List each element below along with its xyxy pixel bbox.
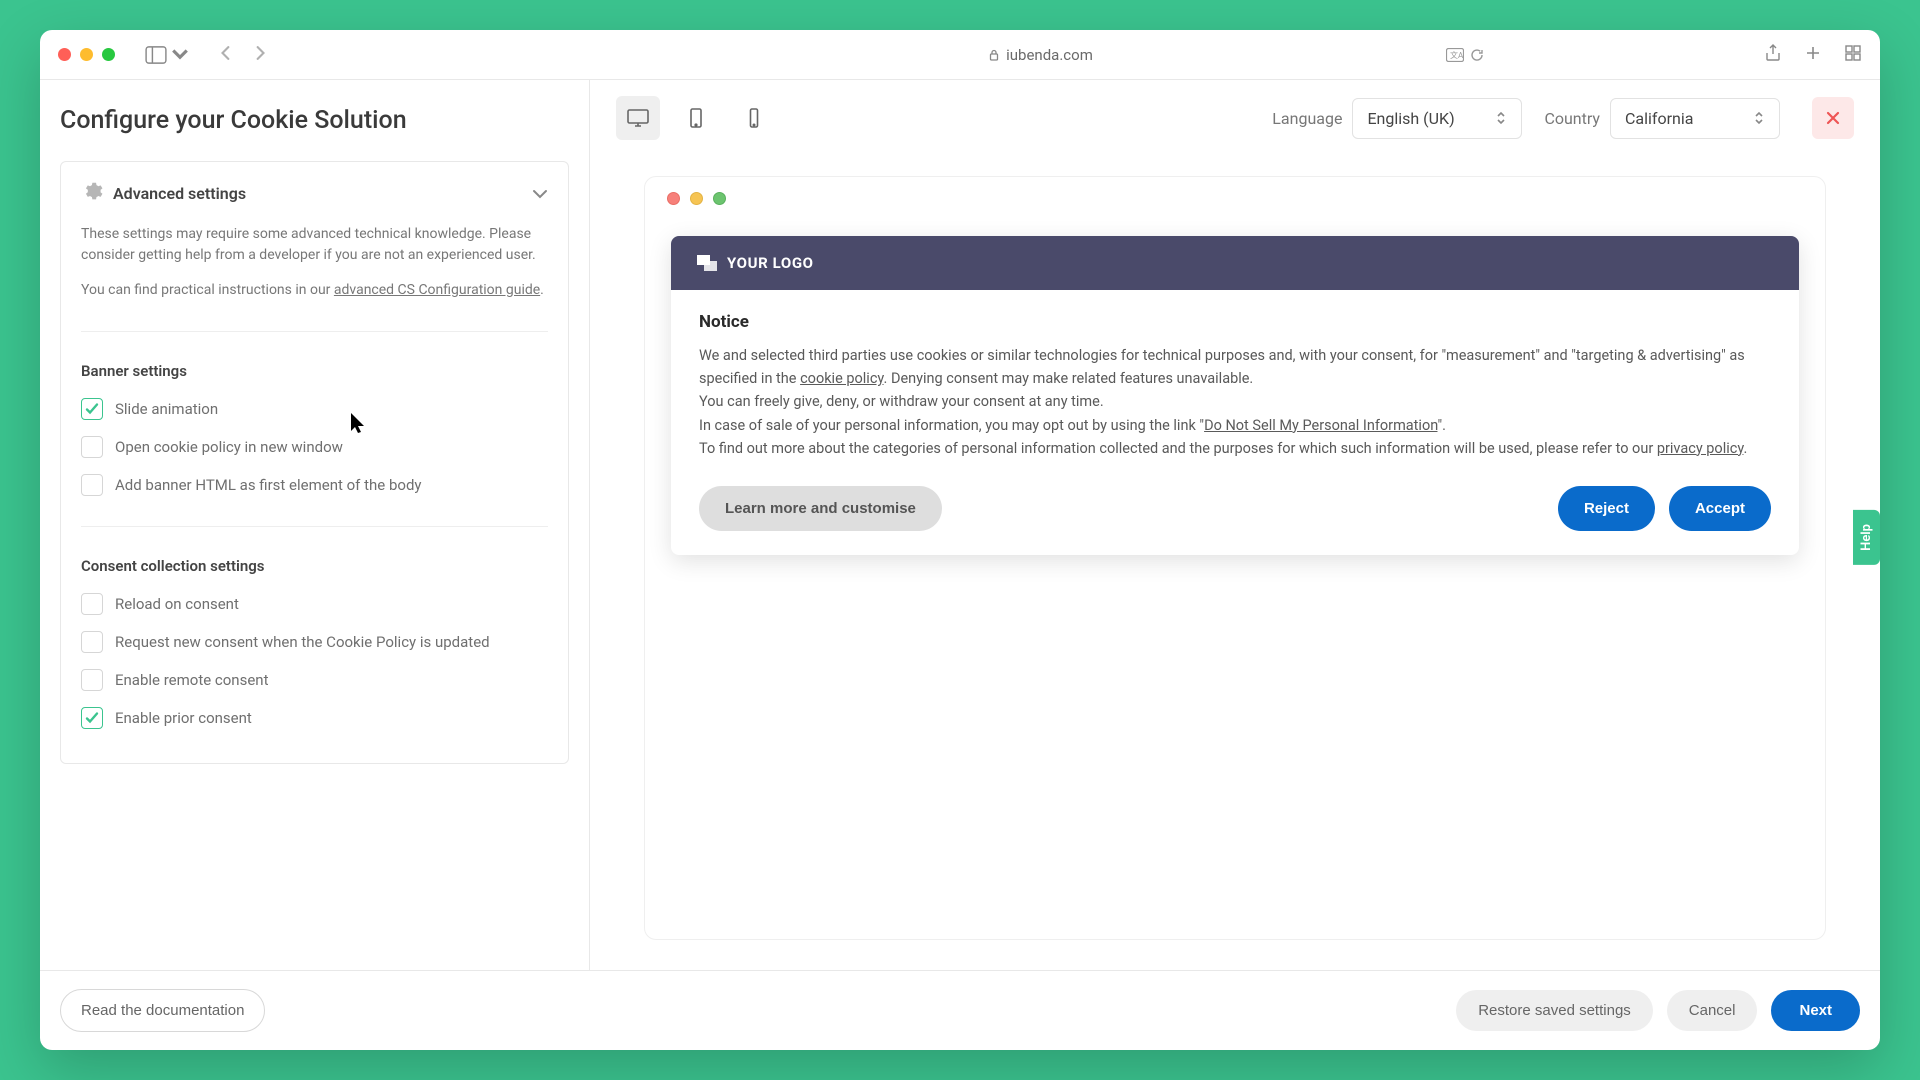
lock-icon: [988, 49, 1000, 61]
checkbox-icon: [81, 669, 103, 691]
advanced-link-row: You can find practical instructions in o…: [81, 280, 548, 301]
checkbox-icon: [81, 593, 103, 615]
checkbox-icon: [81, 398, 103, 420]
advanced-settings-toggle[interactable]: Advanced settings: [81, 180, 548, 206]
restore-button[interactable]: Restore saved settings: [1456, 990, 1653, 1031]
checkbox-icon: [81, 436, 103, 458]
settings-pane: Configure your Cookie Solution Advanced …: [40, 80, 590, 970]
notice-brandbar: YOUR LOGO: [671, 236, 1799, 290]
country-selector-wrap: Country California: [1544, 98, 1780, 139]
language-select[interactable]: English (UK): [1352, 98, 1522, 139]
banner-settings-heading: Banner settings: [81, 362, 548, 380]
do-not-sell-link[interactable]: Do Not Sell My Personal Information: [1204, 417, 1437, 434]
checkbox-icon: [81, 631, 103, 653]
notice-content: Notice We and selected third parties use…: [671, 290, 1799, 555]
svg-text:文A: 文A: [1450, 50, 1464, 60]
app-body: Configure your Cookie Solution Advanced …: [40, 80, 1880, 970]
checkbox-icon: [81, 707, 103, 729]
chevron-down-icon: [532, 184, 548, 203]
nav-arrows: [219, 45, 267, 64]
close-icon: [1825, 110, 1841, 126]
forward-button[interactable]: [253, 45, 267, 64]
footer: Read the documentation Restore saved set…: [40, 970, 1880, 1050]
reject-button[interactable]: Reject: [1558, 486, 1655, 531]
mock-window-header: [645, 177, 1825, 220]
share-icon[interactable]: [1764, 44, 1782, 66]
consent-settings-heading: Consent collection settings: [81, 557, 548, 575]
tabs-icon[interactable]: [1844, 44, 1862, 66]
mock-window: YOUR LOGO Notice We and selected third p…: [644, 176, 1826, 940]
page-title: Configure your Cookie Solution: [60, 106, 569, 135]
new-tab-icon[interactable]: [1804, 44, 1822, 66]
close-window-icon[interactable]: [58, 48, 71, 61]
brand-text: YOUR LOGO: [727, 254, 814, 272]
notice-title: Notice: [699, 312, 1771, 332]
learn-more-button[interactable]: Learn more and customise: [699, 486, 942, 531]
window-controls: [58, 48, 115, 61]
preview-header: Language English (UK) Country California: [590, 80, 1880, 156]
select-caret-icon: [1495, 111, 1507, 125]
mock-dot-red: [667, 192, 680, 205]
accordion-label: Advanced settings: [113, 184, 522, 203]
back-button[interactable]: [219, 45, 233, 64]
browser-titlebar: iubenda.com 文A: [40, 30, 1880, 80]
zoom-window-icon[interactable]: [102, 48, 115, 61]
cookie-notice: YOUR LOGO Notice We and selected third p…: [671, 236, 1799, 555]
app-window: iubenda.com 文A Configure your Cookie Sol…: [40, 30, 1880, 1050]
url-host: iubenda.com: [1006, 46, 1093, 64]
device-toggle: [616, 96, 776, 140]
cursor-icon: [350, 412, 366, 434]
cb-open-new-window[interactable]: Open cookie policy in new window: [81, 436, 548, 458]
help-tab[interactable]: Help: [1853, 510, 1880, 565]
device-desktop[interactable]: [616, 96, 660, 140]
urlbar-actions: 文A: [1446, 48, 1484, 62]
preview-area: YOUR LOGO Notice We and selected third p…: [590, 156, 1880, 970]
close-preview-button[interactable]: [1812, 97, 1854, 139]
separator: [81, 526, 548, 527]
refresh-icon[interactable]: [1470, 48, 1484, 62]
cookie-policy-link[interactable]: cookie policy: [800, 370, 883, 387]
sidebar-toggle[interactable]: [145, 46, 191, 64]
toolbar-actions: [1764, 44, 1862, 66]
separator: [81, 331, 548, 332]
advanced-note: These settings may require some advanced…: [81, 224, 548, 266]
docs-button[interactable]: Read the documentation: [60, 989, 265, 1032]
mock-dot-green: [713, 192, 726, 205]
notice-body: We and selected third parties use cookie…: [699, 344, 1771, 460]
cb-slide-animation[interactable]: Slide animation: [81, 398, 548, 420]
notice-actions: Learn more and customise Reject Accept: [699, 486, 1771, 531]
next-button[interactable]: Next: [1771, 990, 1860, 1031]
checkbox-icon: [81, 474, 103, 496]
country-select[interactable]: California: [1610, 98, 1780, 139]
language-selector-wrap: Language English (UK): [1272, 98, 1522, 139]
device-mobile[interactable]: [732, 96, 776, 140]
gear-icon: [81, 180, 103, 206]
settings-header: Configure your Cookie Solution: [40, 80, 589, 161]
cb-enable-prior-consent[interactable]: Enable prior consent: [81, 707, 548, 729]
reader-icon[interactable]: 文A: [1446, 48, 1464, 62]
language-label: Language: [1272, 109, 1342, 128]
select-caret-icon: [1753, 111, 1765, 125]
device-tablet[interactable]: [674, 96, 718, 140]
advanced-settings-card: Advanced settings These settings may req…: [60, 161, 569, 764]
preview-pane: Language English (UK) Country California: [590, 80, 1880, 970]
accept-button[interactable]: Accept: [1669, 486, 1771, 531]
url-bar[interactable]: iubenda.com 文A: [587, 46, 1494, 64]
privacy-policy-link[interactable]: privacy policy: [1657, 440, 1744, 457]
cb-banner-first-element[interactable]: Add banner HTML as first element of the …: [81, 474, 548, 496]
cb-reload-consent[interactable]: Reload on consent: [81, 593, 548, 615]
cb-request-new-consent[interactable]: Request new consent when the Cookie Poli…: [81, 631, 548, 653]
cancel-button[interactable]: Cancel: [1667, 990, 1758, 1031]
mock-dot-yellow: [690, 192, 703, 205]
cs-guide-link[interactable]: advanced CS Configuration guide: [334, 282, 540, 298]
minimize-window-icon[interactable]: [80, 48, 93, 61]
cb-enable-remote-consent[interactable]: Enable remote consent: [81, 669, 548, 691]
country-label: Country: [1544, 109, 1600, 128]
logo-icon: [697, 255, 717, 271]
